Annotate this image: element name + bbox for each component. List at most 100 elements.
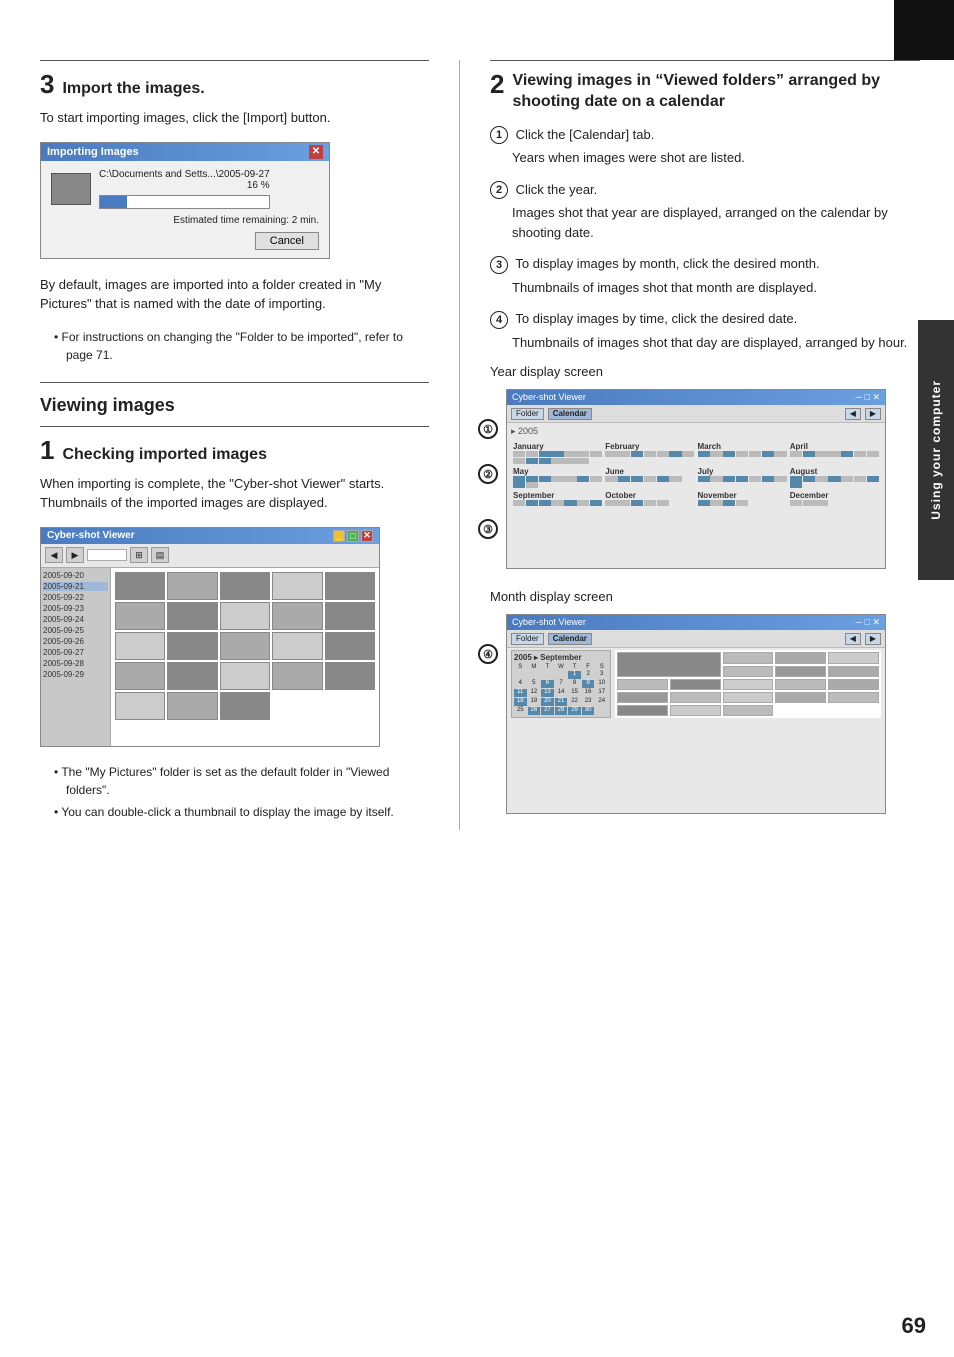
month-thumb-14 — [723, 692, 774, 703]
thumb-11 — [115, 632, 165, 660]
cal-may: May — [513, 467, 602, 489]
sidebar-item-9: 2005-09-28 — [43, 659, 108, 668]
month-thumb-9 — [723, 679, 774, 690]
month-titlebar: Cyber-shot Viewer ─ □ ✕ — [507, 615, 885, 630]
section1-number: 1 — [40, 437, 54, 463]
month-thumb-7 — [617, 679, 668, 690]
cal-controls: ─ □ ✕ — [856, 392, 880, 403]
thumb-12 — [167, 632, 217, 660]
sidebar-item-10: 2005-09-29 — [43, 670, 108, 679]
annotation-1: ① — [478, 419, 498, 439]
viewing-heading: Viewing images — [40, 395, 429, 416]
month-thumb-18 — [670, 705, 721, 716]
thumb-17 — [167, 662, 217, 690]
section1-header: 1 Checking imported images — [40, 437, 429, 464]
dialog-estimated: Estimated time remaining: 2 min. — [51, 215, 319, 226]
annotation-4: ④ — [478, 644, 498, 664]
dialog-info: C:\Documents and Setts...\2005-09-27 16 … — [99, 169, 270, 209]
month-thumb-5 — [775, 666, 826, 677]
dialog-thumb — [51, 173, 91, 205]
month-thumb-10 — [775, 679, 826, 690]
month-thumb-2 — [775, 652, 826, 663]
sidebar-item-1: 2005-09-20 — [43, 571, 108, 580]
viewer-content — [111, 568, 379, 746]
dialog-row: C:\Documents and Setts...\2005-09-27 16 … — [51, 169, 319, 209]
section3-number: 3 — [40, 71, 54, 97]
step4-text: 4 To display images by time, click the d… — [490, 309, 920, 329]
step1-text: 1 Click the [Calendar] tab. — [490, 125, 920, 145]
cal-btn-prev[interactable]: ◀ — [845, 408, 861, 420]
viewer-max-btn[interactable]: □ — [347, 530, 359, 542]
month-title: Cyber-shot Viewer — [512, 617, 586, 628]
step3-circle: 3 — [490, 256, 508, 274]
thumb-9 — [272, 602, 322, 630]
viewer-close-btn[interactable]: ✕ — [361, 530, 373, 542]
cal-year-label: ▸ 2005 — [511, 426, 538, 437]
month-tab-folder[interactable]: Folder — [511, 633, 544, 645]
cal-btn-next[interactable]: ▶ — [865, 408, 881, 420]
thumb-13 — [220, 632, 270, 660]
section3-bullet1: For instructions on changing the "Folder… — [54, 328, 429, 364]
cal-year-row: ▸ 2005 — [507, 423, 885, 440]
main-content: 3 Import the images. To start importing … — [0, 0, 954, 870]
step2-circle: 2 — [490, 181, 508, 199]
cal-tab-calendar[interactable]: Calendar — [548, 408, 592, 420]
cal-dec: December — [790, 491, 879, 506]
cal-titlebar: Cyber-shot Viewer ─ □ ✕ — [507, 390, 885, 405]
step4-circle: 4 — [490, 311, 508, 329]
section1-body: When importing is complete, the "Cyber-s… — [40, 474, 429, 513]
sidebar-item-6: 2005-09-25 — [43, 626, 108, 635]
toolbar-search — [87, 549, 127, 561]
section1-bullet1: The "My Pictures" folder is set as the d… — [54, 763, 429, 799]
step1-block: 1 Click the [Calendar] tab. Years when i… — [490, 125, 920, 168]
month-thumb-12 — [617, 692, 668, 703]
dialog-close-btn[interactable]: ✕ — [309, 145, 323, 159]
viewer-min-btn[interactable]: _ — [333, 530, 345, 542]
step3-text: 3 To display images by month, click the … — [490, 254, 920, 274]
viewer-toolbar: ◀ ▶ ⊞ ▤ — [41, 544, 379, 568]
dialog-progress-fill — [100, 196, 127, 208]
thumb-2 — [167, 572, 217, 600]
section3-title: Import the images. — [62, 80, 204, 98]
month-thumb-3 — [828, 652, 879, 663]
viewer-sidebar: 2005-09-20 2005-09-21 2005-09-22 2005-09… — [41, 568, 111, 746]
section2-header: 2 Viewing images in “Viewed folders” arr… — [490, 71, 920, 113]
month-thumb-17 — [617, 705, 668, 716]
annotation-3: ③ — [478, 519, 498, 539]
section3-body2: By default, images are imported into a f… — [40, 275, 429, 314]
sidebar-item-5: 2005-09-24 — [43, 615, 108, 624]
thumb-6 — [115, 602, 165, 630]
cal-tab-folder[interactable]: Folder — [511, 408, 544, 420]
cal-sep: September — [513, 491, 602, 506]
thumb-3 — [220, 572, 270, 600]
cal-jun: June — [605, 467, 694, 489]
cal-oct: October — [605, 491, 694, 506]
thumb-18 — [220, 662, 270, 690]
month-btn-prev[interactable]: ◀ — [845, 633, 861, 645]
thumb-7 — [167, 602, 217, 630]
thumb-16 — [115, 662, 165, 690]
month-btn-next[interactable]: ▶ — [865, 633, 881, 645]
month-display-container: ④ Cyber-shot Viewer ─ □ ✕ Folder Calenda… — [490, 614, 920, 814]
toolbar-btn-3[interactable]: ⊞ — [130, 547, 148, 563]
toolbar-btn-1[interactable]: ◀ — [45, 547, 63, 563]
jan-cell — [513, 451, 525, 457]
toolbar-btn-4[interactable]: ▤ — [151, 547, 169, 563]
viewer-titlebar: Cyber-shot Viewer _ □ ✕ — [41, 528, 379, 544]
month-display-label: Month display screen — [490, 589, 920, 604]
step4-sub: Thumbnails of images shot that day are d… — [512, 333, 920, 353]
dialog-progress-bar — [99, 195, 270, 209]
cal-apr: April — [790, 442, 879, 464]
month-thumb-4 — [723, 666, 774, 677]
section1-bullet2: You can double-click a thumbnail to disp… — [54, 803, 429, 821]
sidebar-item-2[interactable]: 2005-09-21 — [43, 582, 108, 591]
dialog-cancel-btn[interactable]: Cancel — [255, 232, 319, 250]
year-display-container: ① ② ③ Cyber-shot Viewer ─ □ ✕ Folder Cal… — [490, 389, 920, 569]
month-tab-calendar[interactable]: Calendar — [548, 633, 592, 645]
month-thumb-6 — [828, 666, 879, 677]
section3-body: To start importing images, click the [Im… — [40, 108, 429, 128]
section1-title: Checking imported images — [62, 446, 267, 464]
dialog-filepath: C:\Documents and Setts...\2005-09-27 — [99, 169, 270, 180]
thumb-5 — [325, 572, 375, 600]
toolbar-btn-2[interactable]: ▶ — [66, 547, 84, 563]
